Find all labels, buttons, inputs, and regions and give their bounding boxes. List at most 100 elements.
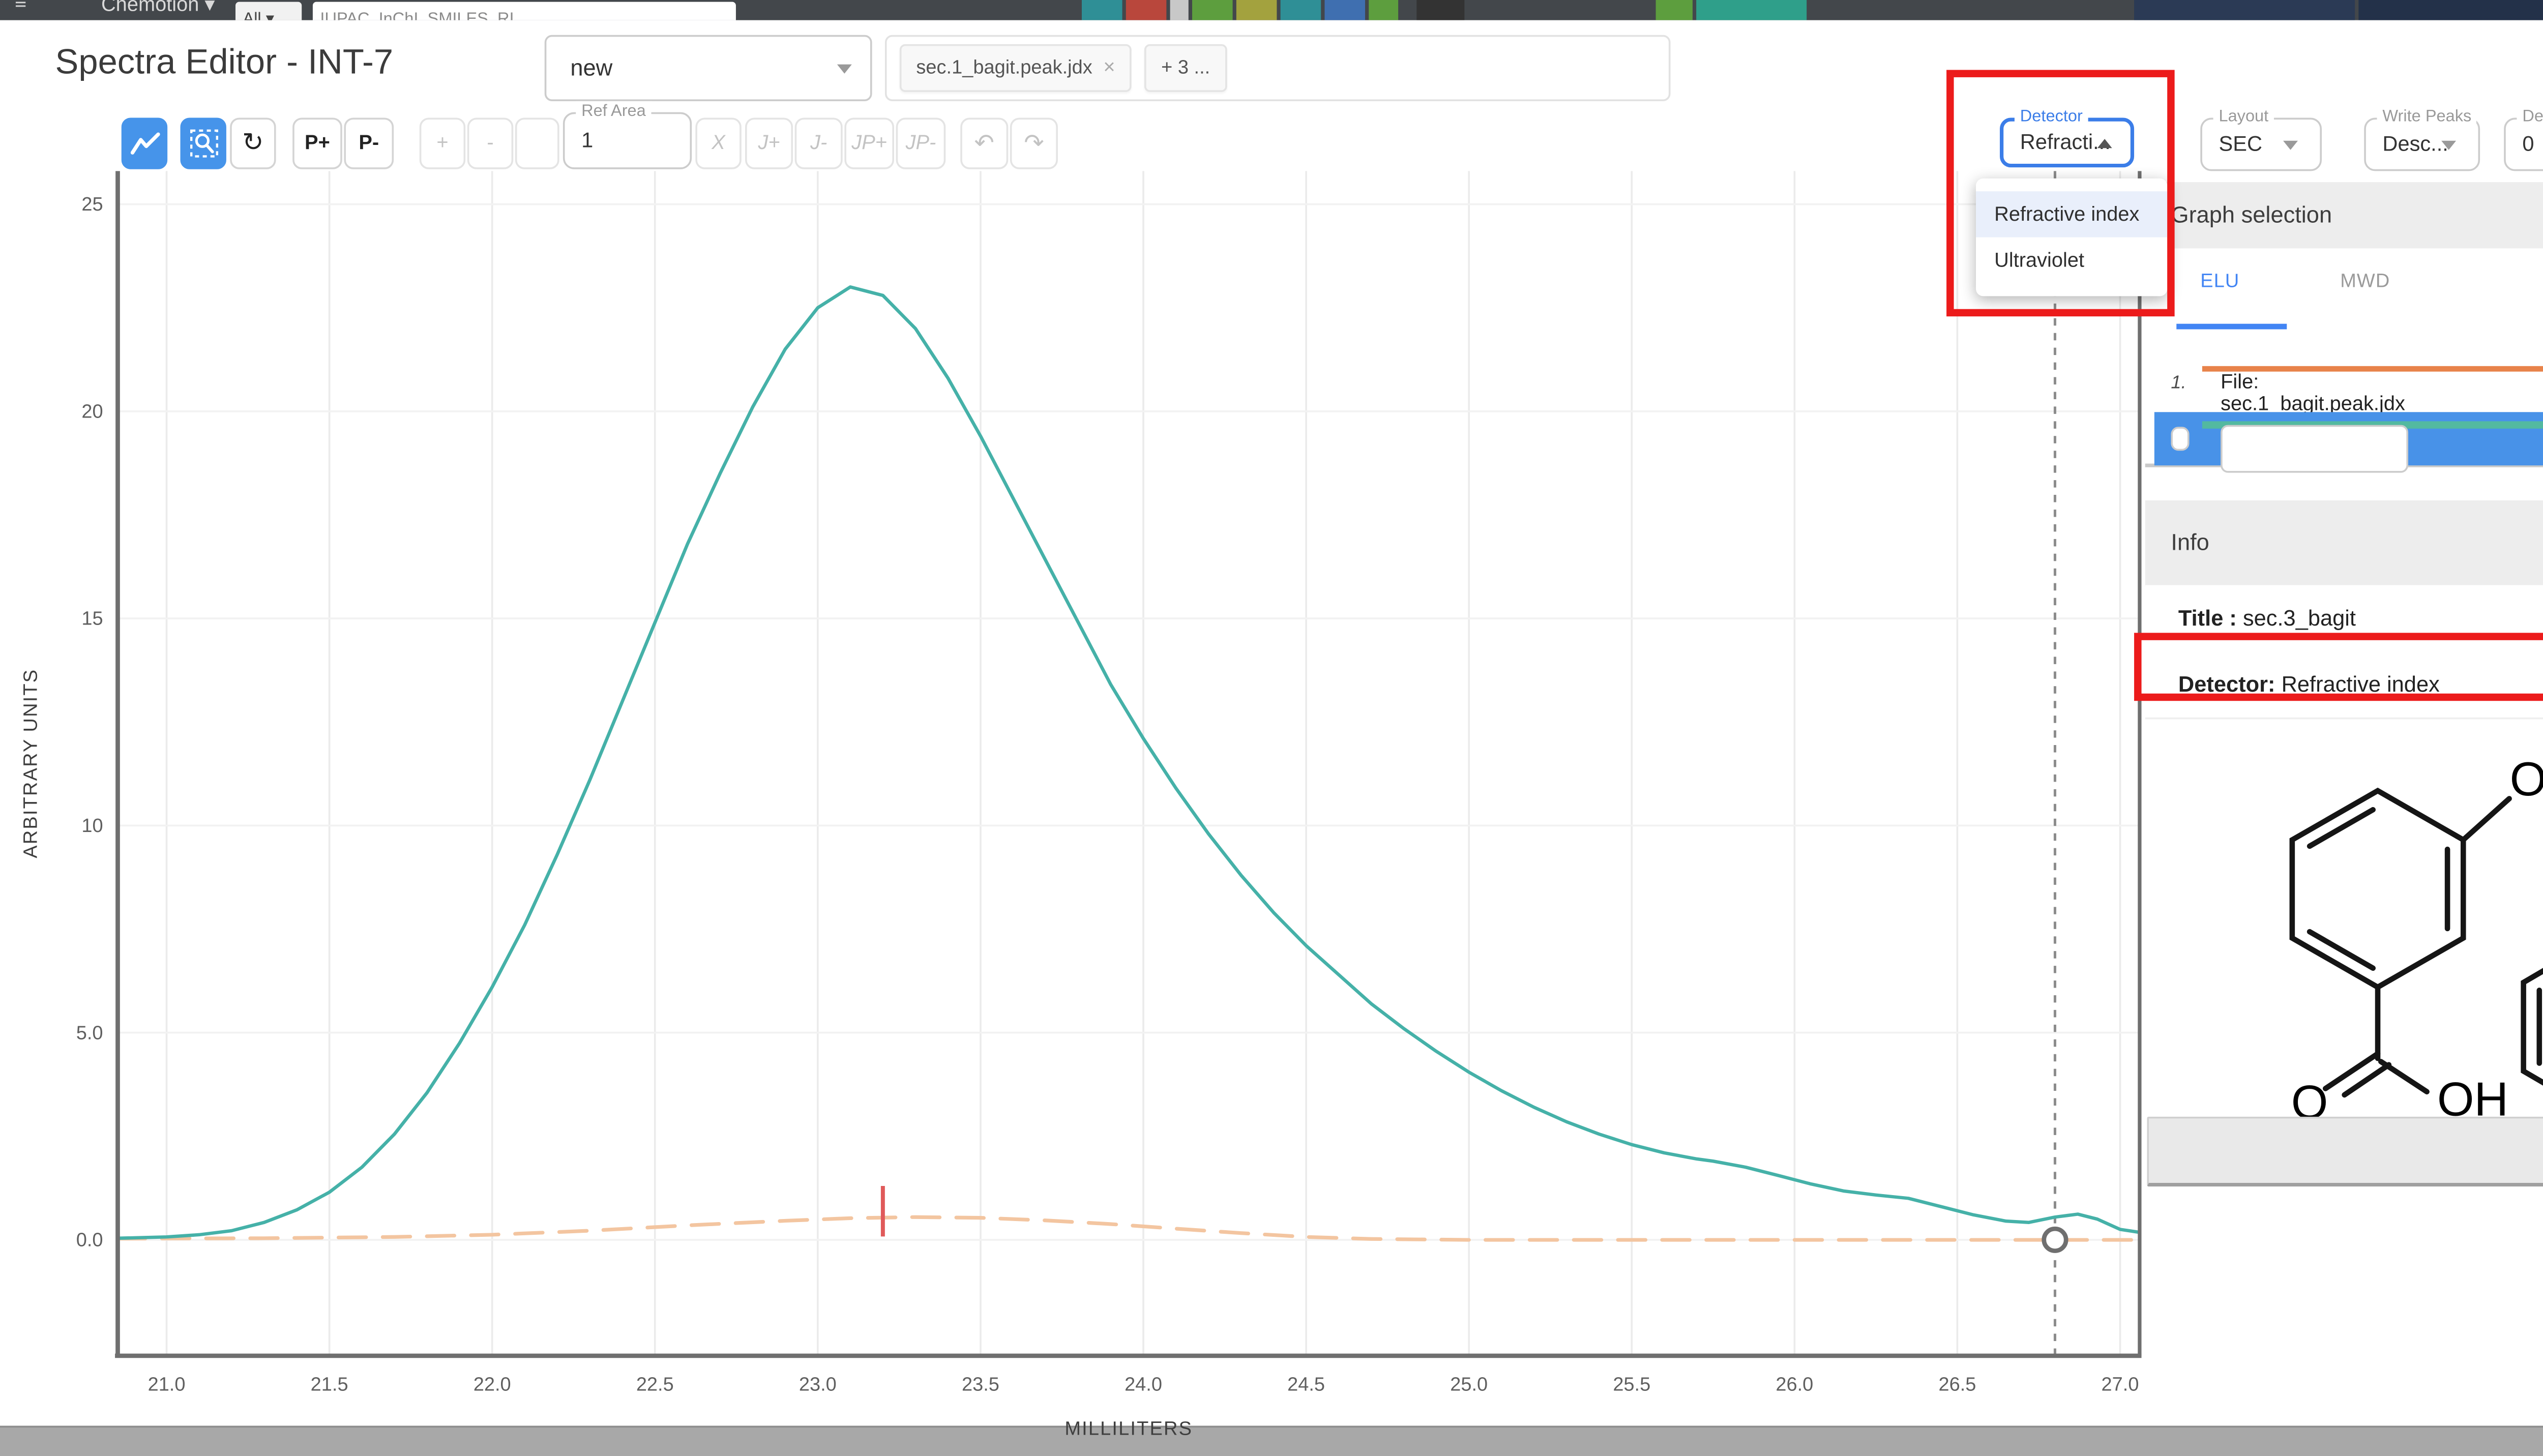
file-chips-box[interactable]: sec.1_bagit.peak.jdx × + 3 ... xyxy=(885,35,1671,101)
graph-selection-title: Graph selection xyxy=(2171,202,2543,228)
chromatogram-chart[interactable]: 21.021.522.022.523.023.524.024.525.025.5… xyxy=(0,166,2152,1453)
j-minus-button[interactable]: J- xyxy=(795,118,843,169)
background-search-box: IUPAC, InChI, SMILES, RI... xyxy=(313,2,736,20)
background-toolbar-icon xyxy=(1170,0,1189,20)
chevron-down-icon xyxy=(837,64,852,73)
minus-button[interactable]: - xyxy=(467,118,513,169)
remove-chip-icon[interactable]: × xyxy=(1103,57,1115,79)
more-files-label: + 3 ... xyxy=(1161,57,1210,79)
molecule-structure: O O O OH xyxy=(2211,703,2543,1126)
reset-zoom-button[interactable]: ↻ xyxy=(230,118,276,169)
info-detector-value: Refractive index xyxy=(2282,671,2440,697)
layout-select-value: SEC xyxy=(2219,133,2262,155)
detector-dropdown-menu: Refractive index Ultraviolet xyxy=(1976,179,2167,296)
graph-selection-header[interactable]: Graph selection xyxy=(2145,182,2543,250)
background-toolbar-icon xyxy=(1416,0,1464,20)
background-filter-chip: All ▾ xyxy=(235,2,302,20)
background-toolbar-icon xyxy=(1324,0,1365,20)
background-toolbar-icon xyxy=(2358,0,2543,20)
preset-select[interactable]: new xyxy=(545,35,872,101)
preset-select-value: new xyxy=(570,55,837,81)
info-header[interactable]: Info xyxy=(2145,500,2543,587)
info-title: Info xyxy=(2171,530,2543,556)
background-browser-strip: ≡ Chemotion ▾ All ▾ IUPAC, InChI, SMILES… xyxy=(0,0,2543,20)
svg-text:ARBITRARY UNITS: ARBITRARY UNITS xyxy=(20,669,41,858)
svg-text:26.0: 26.0 xyxy=(1776,1374,1813,1395)
layout-select-label: Layout xyxy=(2213,107,2274,125)
blank-button[interactable] xyxy=(515,118,559,169)
zoom-selection-button[interactable] xyxy=(180,118,226,169)
svg-text:25: 25 xyxy=(81,194,103,215)
file-chip-label: sec.1_bagit.peak.jdx xyxy=(916,57,1092,79)
svg-text:24.5: 24.5 xyxy=(1287,1374,1325,1395)
clear-button[interactable]: X xyxy=(695,118,741,169)
jp-minus-button[interactable]: JP- xyxy=(896,118,946,169)
j-plus-button[interactable]: J+ xyxy=(745,118,793,169)
svg-text:5.0: 5.0 xyxy=(76,1022,103,1044)
refresh-icon: ↻ xyxy=(242,129,263,158)
background-toolbar-icon xyxy=(1126,0,1167,20)
ester-oxygen-label: O xyxy=(2510,752,2543,806)
detector-select[interactable]: Detector Refracti... xyxy=(2000,118,2134,168)
display-curve-button[interactable] xyxy=(122,118,167,169)
svg-text:23.5: 23.5 xyxy=(962,1374,999,1395)
background-toolbar-icon xyxy=(1192,0,1233,20)
info-detector-label: Detector: xyxy=(2178,671,2275,697)
detector-option-refractive-index[interactable]: Refractive index xyxy=(1976,191,2167,237)
svg-text:25.5: 25.5 xyxy=(1613,1374,1650,1395)
svg-text:26.5: 26.5 xyxy=(1938,1374,1976,1395)
svg-text:25.0: 25.0 xyxy=(1450,1374,1488,1395)
write-peaks-select-label: Write Peaks xyxy=(2377,107,2477,125)
peak-add-button[interactable]: P+ xyxy=(292,118,342,169)
layout-select[interactable]: Layout SEC xyxy=(2200,118,2322,171)
detector-option-ultraviolet[interactable]: Ultraviolet xyxy=(1976,237,2167,283)
redo-icon: ↷ xyxy=(1024,130,1044,157)
chevron-down-icon xyxy=(2283,140,2298,149)
ref-area-field[interactable]: Ref Area 1 xyxy=(563,112,692,169)
svg-text:15: 15 xyxy=(81,608,103,630)
svg-text:0.0: 0.0 xyxy=(76,1230,103,1251)
svg-text:21.5: 21.5 xyxy=(311,1374,348,1395)
tab-mwd[interactable]: MWD xyxy=(2340,271,2390,292)
hamburger-icon: ≡ xyxy=(15,0,26,15)
detector-select-label: Detector xyxy=(2015,107,2088,125)
svg-text:20: 20 xyxy=(81,401,103,422)
redo-button[interactable]: ↷ xyxy=(1010,118,1058,169)
svg-text:27.0: 27.0 xyxy=(2102,1374,2139,1395)
sidebar-footer-bar xyxy=(2147,1117,2543,1186)
file-index: 1. xyxy=(2171,373,2186,394)
file-label: File: sec.3_bagit.peak.jdx xyxy=(2221,425,2409,473)
svg-text:MILLILITERS: MILLILITERS xyxy=(1064,1418,1193,1439)
molecule-svg: O O O OH xyxy=(2211,703,2543,1126)
svg-text:22.5: 22.5 xyxy=(636,1374,674,1395)
background-toolbar-icon xyxy=(1281,0,1321,20)
svg-text:23.0: 23.0 xyxy=(799,1374,837,1395)
background-toolbar-icon xyxy=(1656,0,1693,20)
background-toolbar-icon xyxy=(2134,0,2355,20)
plus-button[interactable]: + xyxy=(420,118,465,169)
series-color-line-orange xyxy=(2202,366,2543,372)
line-chart-icon xyxy=(130,131,159,157)
write-peaks-select[interactable]: Write Peaks Desc... xyxy=(2364,118,2480,171)
spectra-editor-window: ≡ Chemotion ▾ All ▾ IUPAC, InChI, SMILES… xyxy=(0,0,2543,1454)
decimal-select[interactable]: Decimal 0 xyxy=(2504,118,2543,171)
decimal-select-label: Decimal xyxy=(2517,107,2543,125)
more-files-chip[interactable]: + 3 ... xyxy=(1145,44,1227,92)
svg-text:24.0: 24.0 xyxy=(1125,1374,1162,1395)
write-peaks-select-value: Desc... xyxy=(2382,133,2448,155)
file-chip[interactable]: sec.1_bagit.peak.jdx × xyxy=(900,44,1132,92)
decimal-select-value: 0 xyxy=(2522,133,2534,155)
file-index: 2. xyxy=(2171,427,2190,451)
jp-plus-button[interactable]: JP+ xyxy=(844,118,894,169)
background-app-name: Chemotion ▾ xyxy=(101,0,215,17)
chevron-up-icon xyxy=(2097,138,2112,147)
ref-area-value: 1 xyxy=(581,130,593,152)
info-title-value: sec.3_bagit xyxy=(2243,605,2356,631)
tab-elu[interactable]: ELU xyxy=(2200,271,2239,292)
info-row-title: Title : sec.3_bagit xyxy=(2145,585,2543,653)
background-toolbar-icon xyxy=(1369,0,1398,20)
background-toolbar-icon xyxy=(1082,0,1122,20)
svg-text:21.0: 21.0 xyxy=(148,1374,186,1395)
peak-remove-button[interactable]: P- xyxy=(344,118,394,169)
undo-button[interactable]: ↶ xyxy=(960,118,1008,169)
